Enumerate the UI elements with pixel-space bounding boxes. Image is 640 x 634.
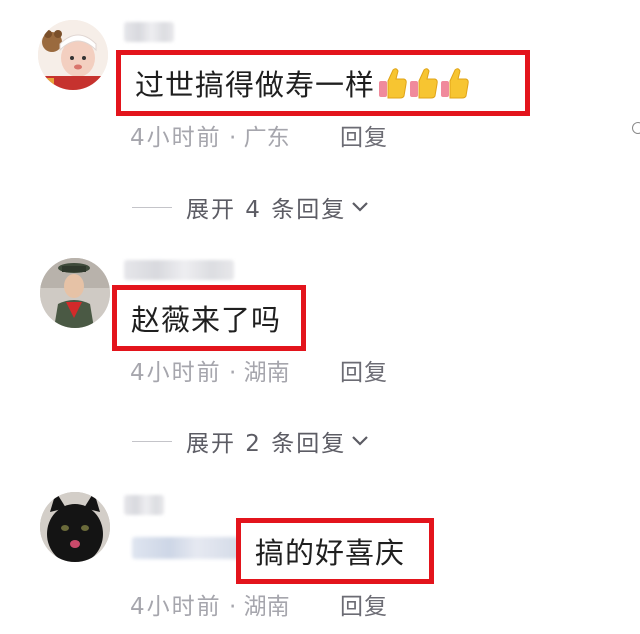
reply-button[interactable]: 回复: [340, 118, 388, 152]
comment-highlight-box: 赵薇来了吗: [112, 285, 306, 351]
comment-highlight-box: 过世搞得做寿一样: [116, 50, 530, 116]
divider: [132, 206, 172, 208]
comment-time: 4小时前: [130, 125, 222, 151]
expand-replies-button[interactable]: 展开 2 条回复: [132, 424, 370, 458]
username-blurred[interactable]: [124, 495, 164, 515]
comment-meta: 4小时前 · 广东: [130, 118, 290, 152]
meta-separator: ·: [228, 125, 237, 151]
expand-replies-label: 展开 2 条回复: [186, 431, 347, 457]
comment-time: 4小时前: [130, 594, 222, 620]
expand-replies-button[interactable]: 展开 4 条回复: [132, 190, 370, 224]
comment-time: 4小时前: [130, 360, 222, 386]
mention-handle-blurred[interactable]: [132, 537, 240, 559]
comment-text: 搞的好喜庆: [255, 536, 406, 570]
thumbs-up-icon: [441, 68, 469, 99]
comment-location: 广东: [243, 125, 290, 151]
reply-button[interactable]: 回复: [340, 587, 388, 621]
thumbs-up-icon: [410, 68, 438, 99]
comment-text: 赵薇来了吗: [131, 303, 282, 337]
comment-location: 湖南: [243, 360, 290, 386]
meta-separator: ·: [228, 360, 237, 386]
comment-text: 过世搞得做寿一样: [135, 68, 376, 102]
chevron-down-icon: [352, 202, 369, 212]
scroll-indicator: [632, 122, 640, 134]
reply-button[interactable]: 回复: [340, 353, 388, 387]
username-blurred[interactable]: [124, 22, 174, 42]
thumbs-up-icon: [379, 68, 407, 99]
thumbs-up-emojis: [377, 66, 470, 100]
avatar[interactable]: [40, 492, 110, 562]
meta-separator: ·: [228, 594, 237, 620]
divider: [132, 440, 172, 442]
expand-replies-label: 展开 4 条回复: [186, 197, 347, 223]
comment-meta: 4小时前 · 湖南: [130, 587, 290, 621]
chevron-down-icon: [352, 436, 369, 446]
comment-meta: 4小时前 · 湖南: [130, 353, 290, 387]
comment-location: 湖南: [243, 594, 290, 620]
avatar[interactable]: [40, 258, 110, 328]
username-blurred[interactable]: [124, 260, 234, 280]
comment-highlight-box: 搞的好喜庆: [236, 518, 434, 584]
avatar[interactable]: [38, 20, 108, 90]
